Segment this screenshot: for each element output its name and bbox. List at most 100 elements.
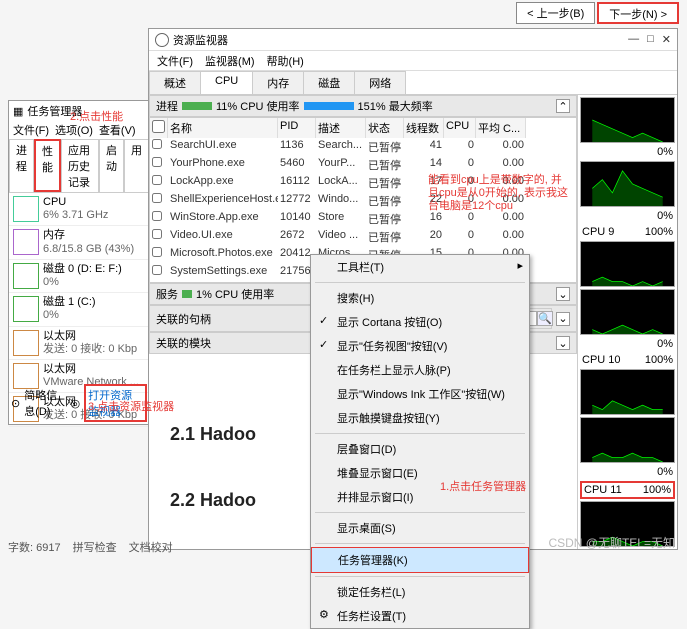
annotation-step3: 3.点击资源监视器 [88,398,174,414]
tab-disk[interactable]: 磁盘 [303,71,355,94]
menu-file[interactable]: 文件(F) [13,122,49,138]
menu-item[interactable]: 锁定任务栏(L) [311,580,529,604]
collapse-icon[interactable]: ⌃ [556,99,570,113]
col-name[interactable]: 名称 [168,118,278,138]
row-checkbox[interactable] [152,211,162,221]
perf-item[interactable]: 内存6.8/15.8 GB (43%) [9,226,149,259]
menu-item[interactable]: 在任务栏上显示人脉(P) [311,358,529,382]
status-bar: 字数: 6917 拼写检查 文档校对 [8,539,173,555]
menu-help[interactable]: 帮助(H) [267,53,304,68]
processes-header[interactable]: 进程 11% CPU 使用率 151% 最大频率 ⌃ [149,95,577,117]
menu-item[interactable]: ✓显示 Cortana 按钮(O) [311,310,529,334]
table-row[interactable]: SearchUI.exe1136Search...已暂停4100.00 [150,138,576,156]
menu-item[interactable]: 显示"Windows Ink 工作区"按钮(W) [311,382,529,406]
col-threads[interactable]: 线程数 [404,118,444,138]
tab-processes[interactable]: 进程 [9,139,34,192]
menu-item[interactable]: 搜索(H) [311,286,529,310]
expand-icon[interactable]: ⌄ [556,287,570,301]
sparkline-icon [13,229,39,255]
cpu-use-bar [182,102,212,110]
row-checkbox[interactable] [152,157,162,167]
doc-heading-1: 2.1 Hadoo [170,424,256,445]
tab-network[interactable]: 网络 [354,71,406,94]
close-icon[interactable]: ✕ [662,33,671,46]
task-manager-window: ▦ 任务管理器 文件(F) 选项(O) 查看(V) 进程 性能 应用历史记录 启… [8,100,150,425]
minimize-icon[interactable]: — [628,33,639,46]
perf-item[interactable]: CPU6% 3.71 GHz [9,193,149,226]
perf-item[interactable]: 磁盘 0 (D: E: F:)0% [9,260,149,293]
chart-label: CPU 9100% [580,225,675,239]
section-label: 进程 [156,98,178,114]
resmon-title: 资源监视器 [173,32,228,48]
watermark: CSDN @无聊TEL=无知 [548,534,675,551]
menu-item[interactable]: 显示桌面(S) [311,516,529,540]
expand-icon[interactable]: ⌄ [556,312,570,326]
menu-view[interactable]: 查看(V) [99,122,136,138]
cpu-chart [580,161,675,207]
select-all-checkbox[interactable] [152,120,165,133]
max-freq-label: 151% 最大频率 [358,98,433,114]
expand-icon[interactable]: ⌄ [556,336,570,350]
cpu-charts-panel: 0%0%CPU 9100%0%CPU 10100%0%CPU 11100% [577,95,677,549]
brief-toggle[interactable]: ⊙ [11,397,20,410]
tab-history[interactable]: 应用历史记录 [61,139,99,192]
section-label: 服务 [156,286,178,302]
sparkline-icon [13,263,39,289]
table-header: 名称 PID 描述 状态 线程数 CPU 平均 C... [150,118,576,138]
col-desc[interactable]: 描述 [316,118,366,138]
tab-overview[interactable]: 概述 [149,71,201,94]
menu-item[interactable]: 工具栏(T)▸ [311,255,529,279]
col-pid[interactable]: PID [278,118,316,138]
cpu-chart [580,417,675,463]
menu-item[interactable]: 显示触摸键盘按钮(Y) [311,406,529,430]
cpu-use-label: 11% CPU 使用率 [216,98,300,114]
tab-performance[interactable]: 性能 [34,139,61,192]
menu-item[interactable]: 层叠窗口(D) [311,437,529,461]
tab-users[interactable]: 用 [124,139,149,192]
col-status[interactable]: 状态 [366,118,404,138]
taskmgr-tabs: 进程 性能 应用历史记录 启动 用 [9,139,149,193]
menu-item[interactable]: 任务管理器(K) [311,547,529,573]
cpu-chart [580,289,675,335]
chart-label: 0% [580,145,675,159]
resmon-tabs: 概述 CPU 内存 磁盘 网络 [149,71,677,95]
col-avg[interactable]: 平均 C... [476,118,526,138]
annotation-cpu-count: 能看到cpu上是带数字的, 并且cpu是从0开始的, 表示我这台电脑是12个cp… [428,174,568,214]
prev-button[interactable]: < 上一步(B) [516,2,595,24]
cpu-chart [580,241,675,287]
annotation-step1: 1.点击任务管理器 [440,478,526,494]
row-checkbox[interactable] [152,265,162,275]
menu-options[interactable]: 选项(O) [55,122,93,138]
table-row[interactable]: YourPhone.exe5460YourP...已暂停1400.00 [150,156,576,174]
row-checkbox[interactable] [152,193,162,203]
chart-label: 0% [580,337,675,351]
tab-cpu[interactable]: CPU [200,71,253,94]
next-button[interactable]: 下一步(N) > [597,2,679,24]
menu-monitor[interactable]: 监视器(M) [205,53,255,68]
proofing[interactable]: 文档校对 [129,539,173,555]
perf-item[interactable]: 以太网发送: 0 接收: 0 Kbp [9,327,149,360]
row-checkbox[interactable] [152,175,162,185]
spell-check[interactable]: 拼写检查 [73,539,117,555]
tab-startup[interactable]: 启动 [99,139,124,192]
row-checkbox[interactable] [152,229,162,239]
table-row[interactable]: Video.UI.exe2672Video ...已暂停2000.00 [150,228,576,246]
cpu-chart [580,97,675,143]
perf-item[interactable]: 磁盘 1 (C:)0% [9,293,149,326]
row-checkbox[interactable] [152,247,162,257]
tab-memory[interactable]: 内存 [252,71,304,94]
annotation-step2: 2.点击性能 [70,108,123,124]
window-controls: — □ ✕ [628,33,671,46]
menu-file[interactable]: 文件(F) [157,53,193,68]
col-cpu[interactable]: CPU [444,118,476,138]
menu-item[interactable]: ✓显示"任务视图"按钮(V) [311,334,529,358]
word-count[interactable]: 字数: 6917 [8,539,61,555]
resmon-title-bar: 资源监视器 — □ ✕ [149,29,677,51]
maximize-icon[interactable]: □ [647,33,654,46]
doc-heading-2: 2.2 Hadoo [170,490,256,511]
row-checkbox[interactable] [152,139,162,149]
menu-item[interactable]: ⚙任务栏设置(T) [311,604,529,628]
search-icon[interactable]: 🔍 [537,311,553,326]
chart-label: CPU 10100% [580,353,675,367]
resmon-menubar: 文件(F) 监视器(M) 帮助(H) [149,51,677,71]
